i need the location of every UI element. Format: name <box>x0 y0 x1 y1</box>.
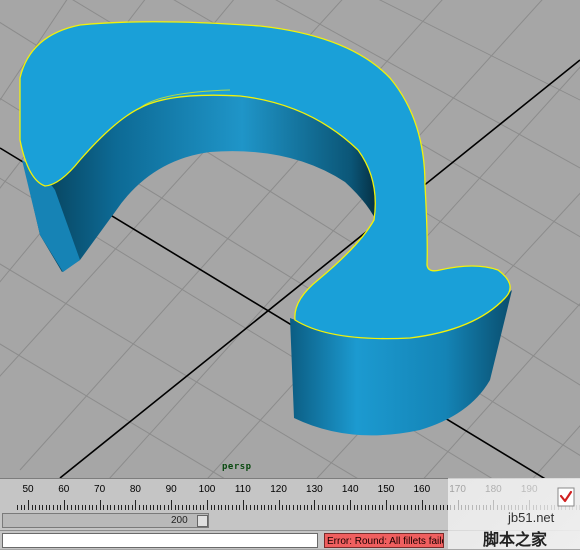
command-feedback-error: Error: Round: All fillets failed <box>324 533 444 548</box>
time-tick-mark <box>28 500 29 510</box>
time-tick-label: 60 <box>58 484 70 495</box>
extruded-curve-surface[interactable] <box>19 21 512 436</box>
time-tick-mark <box>421 500 423 510</box>
time-tick-mark <box>207 500 208 510</box>
time-tick-mark <box>99 500 101 510</box>
time-tick-label: 100 <box>198 484 216 495</box>
watermark-logo-icon <box>557 487 575 507</box>
time-tick-mark <box>350 500 352 510</box>
time-tick-label: 160 <box>413 484 431 495</box>
time-tick-label: 50 <box>22 484 34 495</box>
time-tick-label: 70 <box>94 484 106 495</box>
time-tick-label: 80 <box>129 484 141 495</box>
watermark: jb51.net 脚本之家 <box>448 478 580 549</box>
time-tick-label: 150 <box>377 484 395 495</box>
time-tick-label: 110 <box>234 484 251 495</box>
range-end-value: 200 <box>171 515 188 526</box>
time-tick-mark <box>314 500 316 510</box>
command-input[interactable] <box>2 533 318 548</box>
time-tick-label: 90 <box>165 484 177 495</box>
time-tick-mark <box>135 500 137 510</box>
watermark-text: 脚本之家 <box>483 530 548 549</box>
watermark-url: jb51.net <box>508 510 555 525</box>
range-slider-handle[interactable] <box>197 515 208 527</box>
time-tick-label: 130 <box>306 484 323 495</box>
scene-canvas[interactable] <box>0 0 580 478</box>
time-tick-mark <box>171 500 173 510</box>
camera-label: persp <box>222 462 252 472</box>
time-tick-mark <box>386 500 387 510</box>
time-tick-label: 120 <box>270 484 287 495</box>
time-tick-mark <box>63 500 65 510</box>
time-tick-label: 140 <box>341 484 359 495</box>
perspective-viewport[interactable]: persp <box>0 0 580 478</box>
time-tick-mark <box>278 500 280 510</box>
range-slider-bar[interactable]: 200 <box>2 513 209 528</box>
time-tick-mark <box>242 500 244 510</box>
